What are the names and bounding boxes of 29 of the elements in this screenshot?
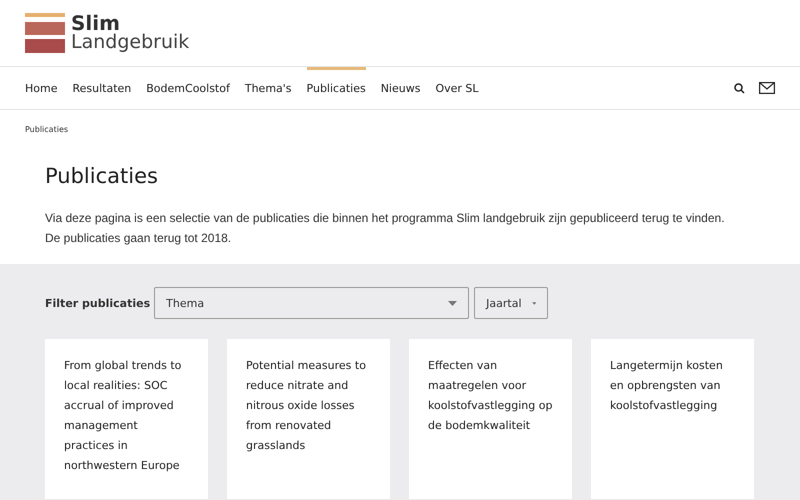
nav-link[interactable]: Nieuws: [380, 67, 420, 109]
nav-link[interactable]: Thema's: [244, 67, 292, 109]
year-select[interactable]: Jaartal: [474, 287, 548, 319]
nav-link[interactable]: Home: [25, 67, 58, 109]
logo-subtext: Landgebruik: [71, 33, 190, 52]
filter-label: Filter publicaties: [45, 296, 150, 310]
logo-text: Slim: [71, 14, 120, 33]
nav-link[interactable]: BodemCoolstof: [146, 67, 230, 109]
nav-link[interactable]: Over SL: [435, 67, 479, 109]
intro-text: De publicaties gaan terug tot 2018.: [45, 230, 232, 247]
theme-select[interactable]: Thema: [154, 287, 470, 319]
search-icon[interactable]: [734, 82, 745, 94]
intro-text: Via deze pagina is een selectie van de publicaties die binnen het programma Slim landgebruik zijn gepubliceerd terug te vinden.: [45, 210, 726, 227]
caret-icon: [532, 300, 536, 306]
caret-icon: [448, 300, 458, 306]
publication-card[interactable]: Langetermijn kosten en opbrengsten van koolstofvastlegging: [591, 339, 754, 499]
publication-card[interactable]: From global trends to local realities: SOC accrual of improved management practices in northwestern Europe: [45, 339, 208, 499]
breadcrumb[interactable]: Publicaties: [25, 125, 68, 134]
nav-link[interactable]: Resultaten: [72, 67, 132, 109]
page-title: Publicaties: [45, 164, 159, 188]
publication-title[interactable]: Effecten van maatregelen voor koolstofvastlegging op de bodemkwaliteit: [428, 356, 553, 436]
publication-title[interactable]: From global trends to local realities: SOC accrual of improved management practices in northwestern Europe: [64, 356, 189, 476]
mail-icon[interactable]: [759, 82, 775, 94]
nav-link[interactable]: Publicaties: [306, 67, 366, 109]
publication-title[interactable]: Potential measures to reduce nitrate and nitrous oxide losses from renovated grasslands: [246, 356, 371, 456]
logo-icon: [25, 13, 65, 53]
publication-card[interactable]: Effecten van maatregelen voor koolstofvastlegging op de bodemkwaliteit: [409, 339, 572, 499]
publication-card[interactable]: Potential measures to reduce nitrate and nitrous oxide losses from renovated grasslands: [227, 339, 390, 499]
publication-title[interactable]: Langetermijn kosten en opbrengsten van koolstofvastlegging: [610, 356, 735, 416]
